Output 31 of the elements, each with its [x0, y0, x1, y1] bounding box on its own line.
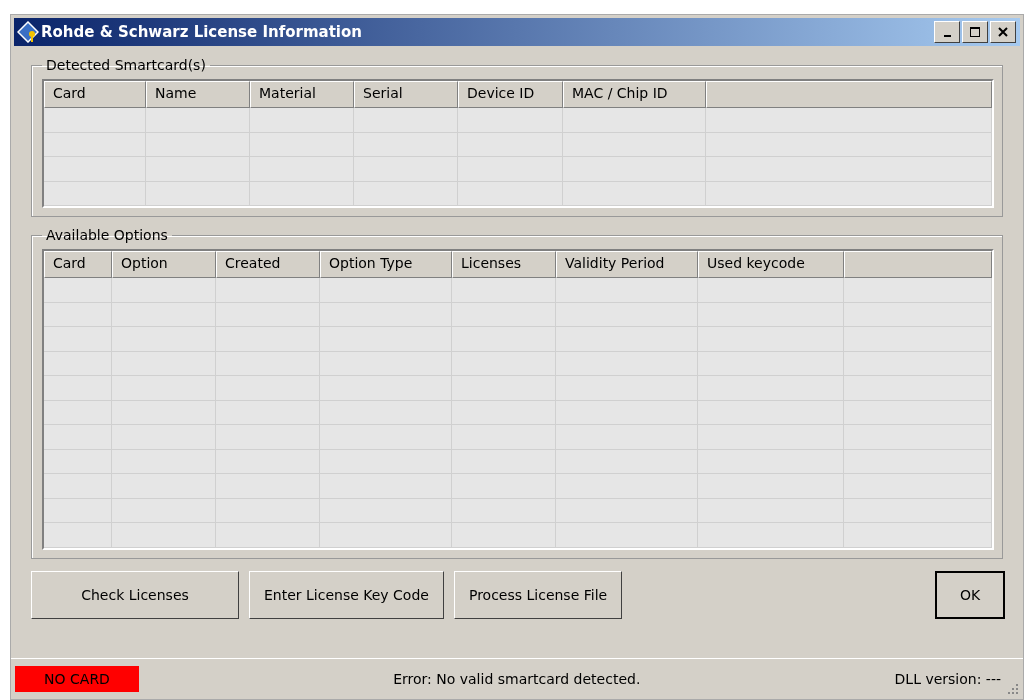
column-header[interactable]: Validity Period [556, 251, 698, 278]
close-button[interactable] [990, 21, 1016, 43]
column-header[interactable]: Device ID [458, 81, 563, 108]
dll-version: DLL version: --- [894, 671, 1001, 687]
column-header[interactable]: Card [44, 251, 112, 278]
diamond-key-icon [17, 21, 39, 43]
group-title: Available Options [45, 227, 169, 243]
column-header[interactable]: Material [250, 81, 354, 108]
minimize-button[interactable] [934, 21, 960, 43]
column-header[interactable]: Option Type [320, 251, 452, 278]
column-header[interactable]: Name [146, 81, 250, 108]
window-title: Rohde & Schwarz License Information [41, 23, 363, 41]
column-header[interactable]: Created [216, 251, 320, 278]
resize-grip-icon[interactable] [1007, 683, 1019, 695]
minimize-icon [943, 35, 951, 37]
group-title: Detected Smartcard(s) [45, 57, 207, 73]
column-header[interactable]: Option [112, 251, 216, 278]
column-header[interactable]: MAC / Chip ID [563, 81, 706, 108]
action-button[interactable]: Process License File [453, 570, 623, 619]
ok-button[interactable]: OK [935, 570, 1005, 619]
status-message: Error: No valid smartcard detected. [392, 671, 642, 687]
card-status: NO CARD [15, 666, 139, 692]
column-header[interactable]: Used keycode [698, 251, 844, 278]
column-header[interactable]: Card [44, 81, 146, 108]
maximize-icon [969, 26, 981, 38]
maximize-button[interactable] [962, 21, 988, 43]
column-header[interactable]: Licenses [452, 251, 556, 278]
column-header[interactable]: Serial [354, 81, 458, 108]
close-icon [997, 26, 1009, 38]
action-button[interactable]: Enter License Key Code [249, 570, 444, 619]
action-button[interactable]: Check Licenses [31, 570, 239, 619]
